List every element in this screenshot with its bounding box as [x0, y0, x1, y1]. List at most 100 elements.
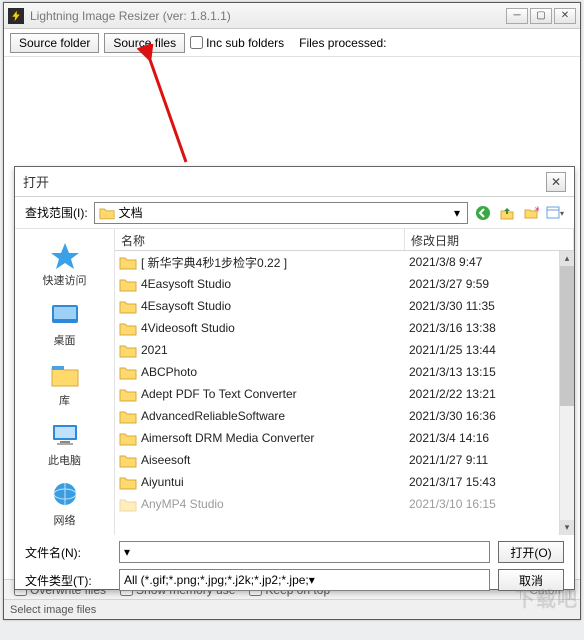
status-text: Select image files — [10, 604, 96, 616]
file-row[interactable]: 4Videosoft Studio2021/3/16 13:38 — [115, 317, 574, 339]
main-titlebar: Lightning Image Resizer (ver: 1.8.1.1) ─… — [4, 3, 580, 29]
dialog-title: 打开 — [23, 172, 49, 191]
place-desktop[interactable]: 桌面 — [15, 297, 114, 351]
filename-label: 文件名(N): — [25, 544, 111, 561]
file-row[interactable]: [ 新华字典4秒1步检字0.22 ]2021/3/8 9:47 — [115, 251, 574, 273]
window-title: Lightning Image Resizer (ver: 1.8.1.1) — [30, 9, 231, 23]
file-row[interactable]: 4Easysoft Studio2021/3/27 9:59 — [115, 273, 574, 295]
back-icon[interactable] — [474, 204, 492, 222]
file-list-rows: [ 新华字典4秒1步检字0.22 ]2021/3/8 9:474Easysoft… — [115, 251, 574, 519]
file-name: Aimersoft DRM Media Converter — [141, 431, 409, 445]
file-row[interactable]: AnyMP4 Studio2021/3/10 16:15 — [115, 493, 574, 515]
file-date: 2021/3/4 14:16 — [409, 431, 574, 445]
scroll-thumb[interactable] — [560, 266, 574, 406]
chevron-down-icon[interactable]: ▾ — [449, 205, 465, 221]
file-date: 2021/3/27 9:59 — [409, 277, 574, 291]
svg-text:▾: ▾ — [560, 209, 564, 218]
folder-icon — [119, 255, 137, 270]
chevron-down-icon[interactable]: ▾ — [309, 573, 315, 587]
dialog-titlebar: 打开 ✕ — [15, 167, 574, 197]
dialog-body: 快速访问 桌面 库 此电脑 网络 名称 修改日期 — [15, 229, 574, 535]
chevron-down-icon[interactable]: ▾ — [124, 545, 130, 559]
dialog-close-button[interactable]: ✕ — [546, 172, 566, 192]
file-row[interactable]: Aimersoft DRM Media Converter2021/3/4 14… — [115, 427, 574, 449]
folder-icon — [119, 343, 137, 358]
file-row[interactable]: Aiseesoft2021/1/27 9:11 — [115, 449, 574, 471]
vertical-scrollbar[interactable]: ▴ ▾ — [559, 251, 574, 535]
cancel-button[interactable]: 取消 — [498, 569, 564, 591]
place-this-pc[interactable]: 此电脑 — [15, 417, 114, 471]
folder-icon — [119, 277, 137, 292]
file-name: ABCPhoto — [141, 365, 409, 379]
folder-icon — [119, 321, 137, 336]
open-button[interactable]: 打开(O) — [498, 541, 564, 563]
filetype-label: 文件类型(T): — [25, 572, 111, 589]
file-name: [ 新华字典4秒1步检字0.22 ] — [141, 254, 409, 271]
open-dialog: 打开 ✕ 查找范围(I): 文档 ▾ ✳ ▾ 快速访问 — [14, 166, 575, 590]
file-row[interactable]: AdvancedReliableSoftware2021/3/30 16:36 — [115, 405, 574, 427]
file-row[interactable]: 20212021/1/25 13:44 — [115, 339, 574, 361]
files-processed-label: Files processed: — [299, 36, 386, 50]
file-date: 2021/3/16 13:38 — [409, 321, 574, 335]
scroll-down-icon[interactable]: ▾ — [560, 520, 574, 535]
file-name: Aiyuntui — [141, 475, 409, 489]
file-date: 2021/3/30 11:35 — [409, 299, 574, 313]
file-name: Adept PDF To Text Converter — [141, 387, 409, 401]
file-name: 4Esaysoft Studio — [141, 299, 409, 313]
main-toolbar: Source folder Source files Inc sub folde… — [4, 29, 580, 57]
file-date: 2021/3/10 16:15 — [409, 497, 574, 511]
source-files-button[interactable]: Source files — [104, 33, 185, 53]
look-in-combo[interactable]: 文档 ▾ — [94, 202, 468, 224]
up-one-level-icon[interactable] — [498, 204, 516, 222]
place-quick-access[interactable]: 快速访问 — [15, 237, 114, 291]
place-libraries[interactable]: 库 — [15, 357, 114, 411]
inc-sub-folders-checkbox[interactable]: Inc sub folders — [190, 36, 284, 50]
file-list: 名称 修改日期 [ 新华字典4秒1步检字0.22 ]2021/3/8 9:474… — [115, 229, 574, 535]
filetype-value: All (*.gif;*.png;*.jpg;*.j2k;*.jp2;*.jpe… — [124, 573, 309, 587]
file-row[interactable]: ABCPhoto2021/3/13 13:15 — [115, 361, 574, 383]
filetype-combo[interactable]: All (*.gif;*.png;*.jpg;*.j2k;*.jp2;*.jpe… — [119, 569, 490, 591]
maximize-button[interactable]: ▢ — [530, 8, 552, 24]
col-header-date[interactable]: 修改日期 — [405, 229, 574, 250]
look-in-value: 文档 — [119, 204, 143, 221]
look-in-label: 查找范围(I): — [25, 204, 88, 221]
file-row[interactable]: Aiyuntui2021/3/17 15:43 — [115, 471, 574, 493]
folder-icon — [119, 299, 137, 314]
file-name: 4Videosoft Studio — [141, 321, 409, 335]
folder-icon — [119, 365, 137, 380]
file-name: AnyMP4 Studio — [141, 497, 409, 511]
nav-icons: ✳ ▾ — [474, 204, 564, 222]
file-date: 2021/1/27 9:11 — [409, 453, 574, 467]
inc-sub-folders-label: Inc sub folders — [206, 36, 284, 50]
new-folder-icon[interactable]: ✳ — [522, 204, 540, 222]
file-name: 2021 — [141, 343, 409, 357]
file-date: 2021/1/25 13:44 — [409, 343, 574, 357]
file-date: 2021/3/30 16:36 — [409, 409, 574, 423]
minimize-button[interactable]: ─ — [506, 8, 528, 24]
file-name: AdvancedReliableSoftware — [141, 409, 409, 423]
folder-icon — [119, 475, 137, 490]
file-row[interactable]: Adept PDF To Text Converter2021/2/22 13:… — [115, 383, 574, 405]
file-date: 2021/3/17 15:43 — [409, 475, 574, 489]
dialog-inputs: 文件名(N): ▾ 打开(O) 文件类型(T): All (*.gif;*.pn… — [15, 535, 574, 603]
file-name: Aiseesoft — [141, 453, 409, 467]
file-list-header: 名称 修改日期 — [115, 229, 574, 251]
file-date: 2021/3/13 13:15 — [409, 365, 574, 379]
places-bar: 快速访问 桌面 库 此电脑 网络 — [15, 229, 115, 535]
folder-icon — [119, 497, 137, 512]
file-name: 4Easysoft Studio — [141, 277, 409, 291]
folder-icon — [119, 453, 137, 468]
file-date: 2021/3/8 9:47 — [409, 255, 574, 269]
app-icon — [8, 8, 24, 24]
view-menu-icon[interactable]: ▾ — [546, 204, 564, 222]
file-date: 2021/2/22 13:21 — [409, 387, 574, 401]
filename-combo[interactable]: ▾ — [119, 541, 490, 563]
file-row[interactable]: 4Esaysoft Studio2021/3/30 11:35 — [115, 295, 574, 317]
scroll-up-icon[interactable]: ▴ — [560, 251, 574, 266]
source-folder-button[interactable]: Source folder — [10, 33, 99, 53]
look-in-bar: 查找范围(I): 文档 ▾ ✳ ▾ — [15, 197, 574, 229]
inc-sub-folders-input[interactable] — [190, 36, 203, 49]
close-button[interactable]: ✕ — [554, 8, 576, 24]
col-header-name[interactable]: 名称 — [115, 229, 405, 250]
place-network[interactable]: 网络 — [15, 477, 114, 531]
